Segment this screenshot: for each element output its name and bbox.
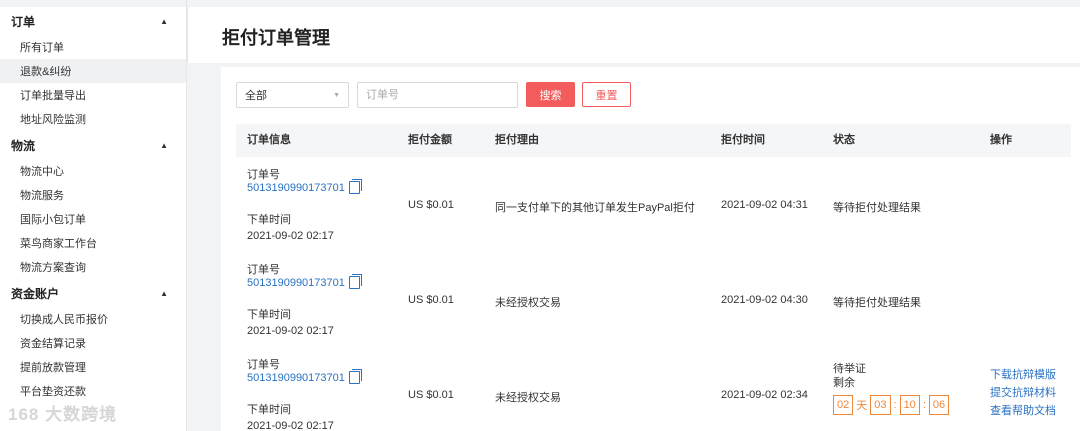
search-button[interactable]: 搜索 bbox=[526, 82, 575, 107]
header-actions: 操作 bbox=[990, 134, 1012, 146]
countdown-days: 02 bbox=[833, 395, 854, 415]
status-filter-value: 全部 bbox=[245, 90, 267, 102]
sidebar-item-cainiao-workbench[interactable]: 菜鸟商家工作台 bbox=[0, 231, 186, 255]
sidebar-item-settlement-records[interactable]: 资金结算记录 bbox=[0, 331, 186, 355]
countdown-separator: : bbox=[893, 399, 897, 411]
row-actions: 下载抗辩模版 提交抗辩材料 查看帮助文档 bbox=[990, 366, 1056, 418]
sidebar: 订单 ▲ 所有订单 退款&纠纷 订单批量导出 地址风险监测 物流 ▲ 物流中心 … bbox=[0, 0, 187, 431]
refusal-reason: 未经授权交易 bbox=[495, 392, 561, 404]
header-refusal-time: 拒付时间 bbox=[721, 134, 765, 146]
header-status: 状态 bbox=[833, 134, 855, 146]
order-id[interactable]: 5013190990173701 bbox=[247, 277, 345, 289]
countdown-hours: 03 bbox=[870, 395, 891, 415]
sidebar-group-orders[interactable]: 订单 ▲ bbox=[0, 7, 186, 35]
order-time: 2021-09-02 02:17 bbox=[247, 230, 334, 242]
countdown-timer: 02 天 03 : 10 : 06 bbox=[833, 395, 950, 415]
main-content: 拒付订单管理 全部 ▼ 搜索 重置 订单信息 拒付金额 拒付理由 拒付时间 状态… bbox=[187, 0, 1080, 431]
header-order-info: 订单信息 bbox=[247, 134, 291, 146]
sidebar-group-label: 物流 bbox=[11, 138, 36, 153]
order-id[interactable]: 5013190990173701 bbox=[247, 182, 345, 194]
page-title: 拒付订单管理 bbox=[222, 28, 330, 48]
order-id-link[interactable]: 5013190990173701 bbox=[247, 369, 362, 384]
sidebar-item-logistics-service[interactable]: 物流服务 bbox=[0, 183, 186, 207]
reset-button[interactable]: 重置 bbox=[582, 82, 631, 107]
watermark: 168 大数跨境 bbox=[8, 405, 118, 424]
refusal-reason: 同一支付单下的其他订单发生PayPal拒付 bbox=[495, 202, 695, 214]
sidebar-item-rmb-quote[interactable]: 切换成人民币报价 bbox=[0, 307, 186, 331]
sidebar-group-label: 资金账户 bbox=[11, 286, 60, 301]
order-number-input[interactable] bbox=[357, 82, 518, 108]
order-id-link[interactable]: 5013190990173701 bbox=[247, 274, 362, 289]
caret-up-icon[interactable]: ▲ bbox=[160, 141, 168, 150]
submit-materials-link[interactable]: 提交抗辩材料 bbox=[990, 384, 1056, 400]
help-docs-link[interactable]: 查看帮助文档 bbox=[990, 402, 1056, 418]
caret-up-icon[interactable]: ▲ bbox=[160, 17, 168, 26]
order-id[interactable]: 5013190990173701 bbox=[247, 372, 345, 384]
order-time: 2021-09-02 02:17 bbox=[247, 420, 334, 431]
status-text: 等待拒付处理结果 bbox=[833, 297, 921, 309]
page-header: 拒付订单管理 bbox=[187, 7, 1080, 63]
copy-icon[interactable] bbox=[348, 274, 362, 289]
status-block: 待举证 剩余 bbox=[833, 362, 866, 390]
refusal-amount: US $0.01 bbox=[408, 294, 454, 306]
chevron-down-icon: ▼ bbox=[333, 91, 340, 99]
sidebar-group-logistics[interactable]: 物流 ▲ bbox=[0, 131, 186, 159]
table-header: 订单信息 拒付金额 拒付理由 拒付时间 状态 操作 bbox=[236, 124, 1071, 157]
refusal-time: 2021-09-02 04:31 bbox=[721, 199, 808, 211]
order-time-label: 下单时间 bbox=[247, 214, 291, 226]
countdown-minutes: 10 bbox=[899, 395, 920, 415]
countdown-day-unit: 天 bbox=[856, 400, 868, 412]
header-reason: 拒付理由 bbox=[495, 134, 539, 146]
refusal-reason: 未经授权交易 bbox=[495, 297, 561, 309]
sidebar-group-label: 订单 bbox=[11, 14, 36, 29]
order-time-label: 下单时间 bbox=[247, 404, 291, 416]
sidebar-item-bulk-export[interactable]: 订单批量导出 bbox=[0, 83, 186, 107]
table-row: 订单号 5013190990173701 下单时间 2021-09-02 02:… bbox=[236, 157, 1071, 252]
sidebar-item-intl-packet[interactable]: 国际小包订单 bbox=[0, 207, 186, 231]
table-row: 订单号 5013190990173701 下单时间 2021-09-02 02:… bbox=[236, 252, 1071, 347]
order-time: 2021-09-02 02:17 bbox=[247, 325, 334, 337]
sidebar-item-address-risk[interactable]: 地址风险监测 bbox=[0, 107, 186, 131]
status-filter-select[interactable]: 全部 ▼ bbox=[236, 82, 349, 108]
order-id-link[interactable]: 5013190990173701 bbox=[247, 179, 362, 194]
copy-icon[interactable] bbox=[348, 369, 362, 384]
download-template-link[interactable]: 下载抗辩模版 bbox=[990, 366, 1056, 382]
table-row: 订单号 5013190990173701 下单时间 2021-09-02 02:… bbox=[236, 347, 1071, 431]
order-time-label: 下单时间 bbox=[247, 309, 291, 321]
countdown-separator: : bbox=[922, 399, 926, 411]
sidebar-top-strip bbox=[0, 0, 186, 7]
content-panel: 全部 ▼ 搜索 重置 订单信息 拒付金额 拒付理由 拒付时间 状态 操作 订单号… bbox=[221, 67, 1080, 431]
header-amount: 拒付金额 bbox=[408, 134, 452, 146]
refusal-amount: US $0.01 bbox=[408, 389, 454, 401]
sidebar-item-all-orders[interactable]: 所有订单 bbox=[0, 35, 186, 59]
status-remaining-label: 剩余 bbox=[833, 377, 855, 389]
countdown-seconds: 06 bbox=[928, 395, 950, 415]
sidebar-item-logistics-center[interactable]: 物流中心 bbox=[0, 159, 186, 183]
order-label: 订单号 bbox=[247, 264, 280, 276]
copy-icon[interactable] bbox=[348, 179, 362, 194]
refusal-time: 2021-09-02 04:30 bbox=[721, 294, 808, 306]
order-label: 订单号 bbox=[247, 359, 280, 371]
refusal-amount: US $0.01 bbox=[408, 199, 454, 211]
caret-up-icon[interactable]: ▲ bbox=[160, 289, 168, 298]
status-text: 待举证 bbox=[833, 363, 866, 375]
sidebar-item-logistics-plan[interactable]: 物流方案查询 bbox=[0, 255, 186, 279]
order-label: 订单号 bbox=[247, 169, 280, 181]
sidebar-item-early-release[interactable]: 提前放款管理 bbox=[0, 355, 186, 379]
sidebar-group-funds[interactable]: 资金账户 ▲ bbox=[0, 279, 186, 307]
refusal-time: 2021-09-02 02:34 bbox=[721, 389, 808, 401]
sidebar-item-refunds-disputes[interactable]: 退款&纠纷 bbox=[0, 59, 186, 83]
status-text: 等待拒付处理结果 bbox=[833, 202, 921, 214]
